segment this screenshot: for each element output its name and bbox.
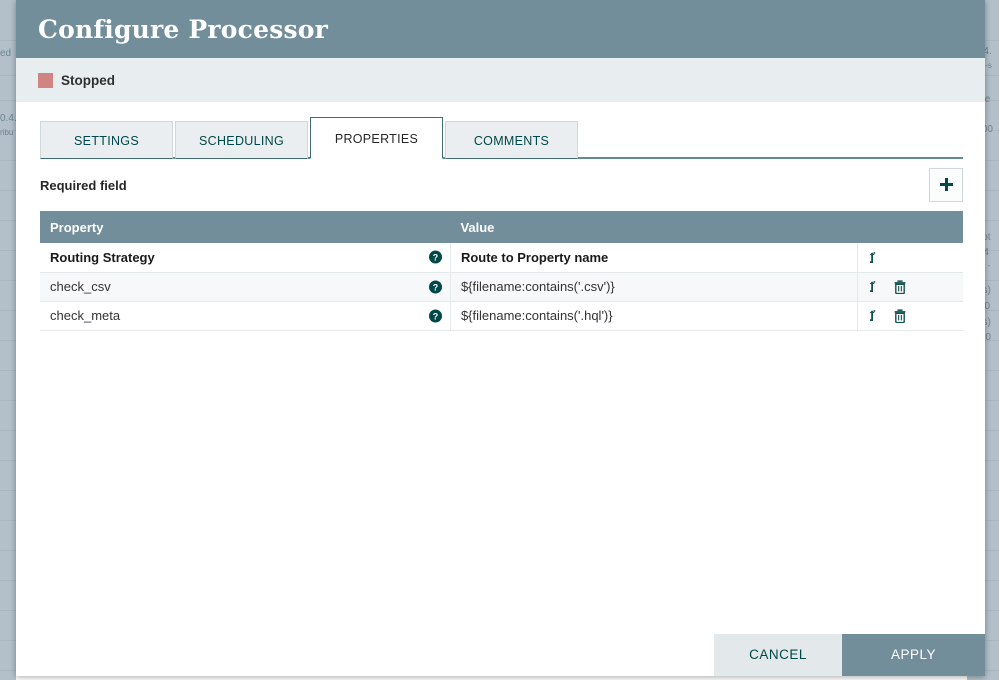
backdrop-row-divider bbox=[0, 40, 16, 41]
properties-tab-content: Required field Property Value bbox=[16, 159, 985, 331]
backdrop-row-divider bbox=[0, 580, 16, 581]
svg-text:?: ? bbox=[433, 253, 438, 263]
table-row[interactable]: check_csv ? ${filename:contains('.csv')} bbox=[40, 272, 963, 301]
property-name-cell[interactable]: check_csv ? bbox=[40, 272, 450, 301]
table-row[interactable]: check_meta ? ${filename:contains('.hql')… bbox=[40, 301, 963, 330]
dialog-header: Configure Processor bbox=[16, 0, 985, 58]
property-value-text: Route to Property name bbox=[461, 250, 608, 265]
row-actions-cell bbox=[858, 243, 963, 272]
configure-processor-dialog: Configure Processor Stopped SETTINGS SCH… bbox=[16, 0, 985, 676]
column-header-value: Value bbox=[450, 211, 963, 243]
table-row[interactable]: Routing Strategy ? Route to Property nam… bbox=[40, 243, 963, 272]
apply-button[interactable]: APPLY bbox=[842, 634, 985, 676]
expand-icon[interactable] bbox=[868, 281, 880, 294]
page-title: Configure Processor bbox=[38, 15, 328, 44]
backdrop-left-strip: ed 0.4. ribu bbox=[0, 0, 16, 680]
backdrop-row-divider bbox=[0, 490, 16, 491]
cancel-button[interactable]: CANCEL bbox=[714, 634, 842, 676]
backdrop-row-divider bbox=[0, 280, 16, 281]
backdrop-row-divider bbox=[0, 160, 16, 161]
property-value-cell[interactable]: ${filename:contains('.hql')} bbox=[450, 301, 857, 330]
backdrop-text-fragment: 0.4. bbox=[0, 113, 16, 124]
property-name-cell[interactable]: Routing Strategy ? bbox=[40, 243, 450, 272]
property-name-text: Routing Strategy bbox=[50, 250, 155, 265]
plus-icon bbox=[938, 177, 955, 194]
backdrop-row-divider bbox=[0, 610, 16, 611]
property-value-cell[interactable]: ${filename:contains('.csv')} bbox=[450, 272, 857, 301]
expand-icon[interactable] bbox=[868, 310, 880, 323]
tab-properties[interactable]: PROPERTIES bbox=[310, 117, 443, 159]
backdrop-row-divider bbox=[0, 460, 16, 461]
help-circle-icon[interactable]: ? bbox=[429, 309, 442, 322]
backdrop-text-fragment: ribu bbox=[0, 128, 13, 137]
backdrop-row-divider bbox=[0, 75, 16, 76]
backdrop-row-divider bbox=[0, 100, 16, 101]
column-header-property: Property bbox=[40, 211, 450, 243]
required-field-legend: Required field bbox=[40, 178, 127, 193]
tab-settings[interactable]: SETTINGS bbox=[40, 121, 173, 159]
backdrop-row-divider bbox=[0, 520, 16, 521]
status-badge-swatch bbox=[38, 73, 53, 88]
processor-status-bar: Stopped bbox=[16, 58, 985, 103]
backdrop-row-divider bbox=[0, 400, 16, 401]
table-header-row: Property Value bbox=[40, 211, 963, 243]
backdrop-row-divider bbox=[0, 430, 16, 431]
backdrop-row-divider bbox=[0, 550, 16, 551]
help-circle-icon[interactable]: ? bbox=[429, 251, 442, 264]
property-table-body: Routing Strategy ? Route to Property nam… bbox=[40, 243, 963, 330]
property-value-cell[interactable]: Route to Property name bbox=[450, 243, 857, 272]
backdrop-row-divider bbox=[0, 370, 16, 371]
row-actions-cell bbox=[858, 301, 963, 330]
tab-comments[interactable]: COMMENTS bbox=[445, 121, 578, 159]
backdrop-row-divider bbox=[0, 250, 16, 251]
tab-bar: SETTINGS SCHEDULING PROPERTIES COMMENTS bbox=[16, 103, 985, 159]
property-name-text: check_meta bbox=[50, 308, 120, 323]
svg-text:?: ? bbox=[433, 311, 438, 321]
expand-icon[interactable] bbox=[868, 252, 880, 265]
backdrop-text-fragment: ed bbox=[0, 48, 11, 59]
trash-icon[interactable] bbox=[894, 280, 906, 294]
backdrop-row-divider bbox=[0, 340, 16, 341]
property-table-header: Property Value bbox=[40, 211, 963, 243]
property-value-text: ${filename:contains('.csv')} bbox=[461, 279, 615, 294]
property-name-text: check_csv bbox=[50, 279, 111, 294]
svg-text:?: ? bbox=[433, 282, 438, 292]
help-circle-icon[interactable]: ? bbox=[429, 280, 442, 293]
property-name-cell[interactable]: check_meta ? bbox=[40, 301, 450, 330]
row-actions-cell bbox=[858, 272, 963, 301]
properties-toolbar: Required field bbox=[40, 159, 963, 211]
backdrop-row-divider bbox=[0, 220, 16, 221]
tab-scheduling[interactable]: SCHEDULING bbox=[175, 121, 308, 159]
dialog-footer: CANCEL APPLY bbox=[16, 634, 985, 676]
status-badge: Stopped bbox=[61, 73, 115, 88]
backdrop-row-divider bbox=[0, 670, 16, 671]
property-table: Property Value Routing Strategy ? bbox=[40, 211, 963, 331]
add-property-button[interactable] bbox=[929, 168, 963, 202]
backdrop-row-divider bbox=[0, 190, 16, 191]
property-value-text: ${filename:contains('.hql')} bbox=[461, 308, 613, 323]
backdrop-row-divider bbox=[0, 640, 16, 641]
backdrop-row-divider bbox=[0, 310, 16, 311]
trash-icon[interactable] bbox=[894, 309, 906, 323]
